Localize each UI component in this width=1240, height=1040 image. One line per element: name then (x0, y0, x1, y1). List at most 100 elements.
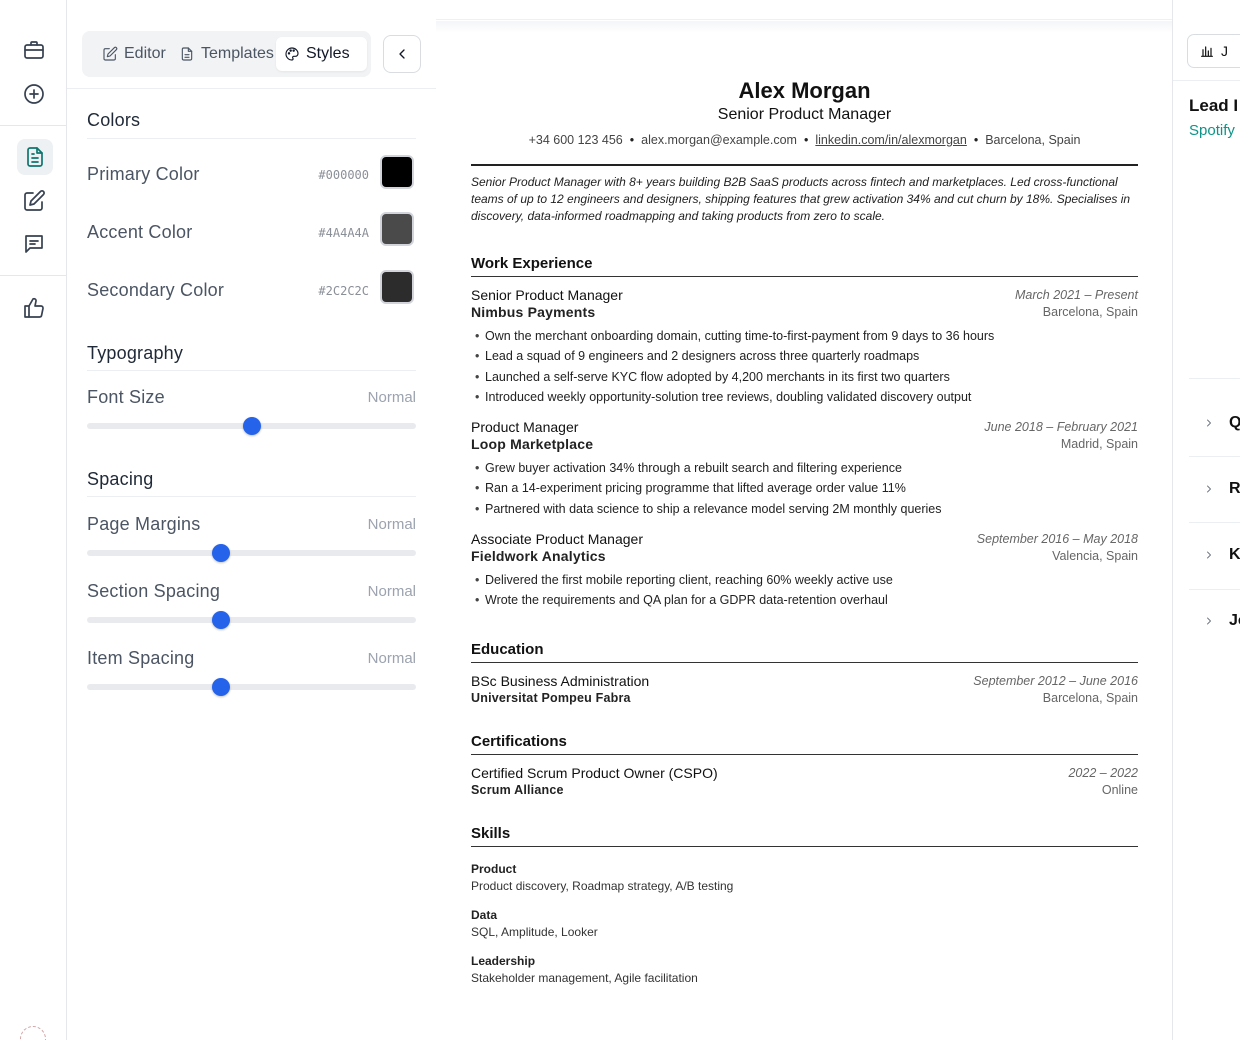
chevron-left-icon (399, 49, 405, 59)
font-size-value: Normal (367, 389, 416, 406)
skill-items: SQL, Amplitude, Looker (471, 925, 598, 939)
tab-styles[interactable]: Styles (276, 37, 367, 71)
contact-linkedin-link[interactable]: linkedin.com/in/alexmorgan (815, 133, 966, 147)
user-avatar[interactable] (20, 1026, 46, 1040)
job-bullet: Wrote the requirements and QA plan for a… (471, 590, 1138, 611)
certification-entry[interactable]: Certified Scrum Product Owner (CSPO) Scr… (471, 765, 1138, 797)
accordion-item[interactable]: R (1203, 480, 1240, 498)
primary-color-hex: #000000 (318, 168, 369, 182)
job-entry[interactable]: Associate Product Manager Fieldwork Anal… (471, 531, 1138, 611)
resume-document-icon[interactable] (17, 139, 53, 175)
education-dates: September 2012 – June 2016 (973, 674, 1138, 688)
item-spacing-slider[interactable] (87, 678, 416, 696)
job-company: Fieldwork Analytics (471, 548, 606, 564)
icon-rail (0, 0, 67, 1040)
job-entry[interactable]: Product Manager Loop Marketplace June 20… (471, 419, 1138, 519)
palette-icon (285, 47, 299, 61)
skill-items: Stakeholder management, Agile facilitati… (471, 971, 698, 985)
contact-location: Barcelona, Spain (985, 133, 1081, 147)
primary-color-swatch[interactable] (380, 155, 414, 189)
certification-name: Certified Scrum Product Owner (CSPO) (471, 765, 718, 781)
page-margins-slider[interactable] (87, 544, 416, 562)
job-bullets: Grew buyer activation 34% through a rebu… (471, 458, 1138, 519)
job-bullet: Lead a squad of 9 engineers and 2 design… (471, 346, 1138, 367)
thumbs-up-icon[interactable] (16, 290, 52, 326)
skill-category: Leadership (471, 954, 536, 968)
section-divider (87, 138, 416, 139)
job-bullet: Grew buyer activation 34% through a rebu… (471, 458, 1138, 479)
edit-icon[interactable] (16, 183, 52, 219)
analytics-button-label: J (1221, 43, 1228, 59)
slider-handle[interactable] (211, 678, 230, 696)
item-spacing-label: Item Spacing (87, 648, 195, 668)
chevron-right-icon (1207, 485, 1211, 493)
job-company: Nimbus Payments (471, 304, 596, 320)
section-spacing-slider[interactable] (87, 611, 416, 629)
panel-divider (1173, 80, 1240, 81)
accent-color-swatch[interactable] (380, 212, 414, 246)
separator: • (973, 133, 979, 147)
accordion-item[interactable]: K (1203, 546, 1240, 564)
accordion-label: R (1229, 480, 1240, 497)
skill-group[interactable]: Leadership Stakeholder management, Agile… (471, 954, 1138, 985)
page-margins-label: Page Margins (87, 514, 201, 534)
skill-category: Data (471, 908, 498, 922)
accent-color-hex: #4A4A4A (318, 226, 369, 240)
job-dates: June 2018 – February 2021 (984, 420, 1138, 434)
job-bullets: Own the merchant onboarding domain, cutt… (471, 326, 1138, 407)
job-location: Valencia, Spain (1052, 549, 1138, 563)
panel-divider (67, 88, 436, 89)
tab-editor[interactable]: Editor (94, 37, 174, 71)
add-circle-icon[interactable] (16, 76, 52, 112)
section-divider (1189, 378, 1240, 379)
slider-handle[interactable] (242, 417, 261, 435)
page-margins-value: Normal (367, 516, 416, 533)
font-size-slider[interactable] (87, 417, 416, 435)
tab-label: Styles (306, 45, 350, 62)
chevron-right-icon (1207, 617, 1211, 625)
secondary-color-label: Secondary Color (87, 280, 225, 300)
message-icon[interactable] (16, 226, 52, 262)
job-title: Lead I (1189, 96, 1239, 115)
item-spacing-value: Normal (367, 650, 416, 667)
briefcase-icon[interactable] (16, 32, 52, 68)
section-divider (87, 370, 416, 371)
accordion-label: Q (1229, 414, 1240, 432)
edit-icon (103, 46, 118, 61)
education-entry[interactable]: BSc Business Administration Universitat … (471, 673, 1138, 705)
resume-canvas: Alex Morgan Senior Product Manager +34 6… (436, 0, 1172, 1040)
slider-handle[interactable] (211, 611, 230, 629)
job-bullets: Delivered the first mobile reporting cli… (471, 570, 1138, 611)
resume-name: Alex Morgan (738, 78, 871, 103)
job-entry[interactable]: Senior Product Manager Nimbus Payments M… (471, 287, 1138, 407)
accordion-item[interactable]: Q (1203, 414, 1240, 432)
analytics-button[interactable]: J (1187, 34, 1240, 68)
slider-handle[interactable] (211, 544, 230, 562)
job-match-panel: J Lead I Spotify Q R K Jo (1172, 0, 1240, 1040)
separator: • (629, 133, 635, 147)
certification-location: Online (1101, 783, 1138, 797)
canvas-shadow (436, 21, 1172, 33)
collapse-panel-button[interactable] (383, 35, 421, 73)
document-icon (181, 47, 193, 61)
style-panel: Editor Templates Styles Colors Primary C… (67, 0, 436, 1040)
chevron-right-icon (1207, 551, 1211, 559)
tab-templates[interactable]: Templates (171, 37, 276, 71)
secondary-color-hex: #2C2C2C (318, 284, 369, 298)
resume-title: Senior Product Manager (717, 106, 892, 123)
job-bullet: Partnered with data science to ship a re… (471, 499, 1138, 520)
job-bullet: Introduced weekly opportunity-solution t… (471, 387, 1138, 408)
skills-heading: Skills (471, 825, 1138, 847)
bar-chart-icon (1201, 46, 1213, 57)
chevron-right-icon (1207, 419, 1211, 427)
section-divider (1189, 589, 1240, 590)
accordion-label: Jo (1229, 612, 1240, 629)
job-company-link[interactable]: Spotify (1189, 122, 1235, 139)
font-size-label: Font Size (87, 387, 165, 407)
secondary-color-swatch[interactable] (380, 270, 414, 304)
skill-group[interactable]: Product Product discovery, Roadmap strat… (471, 862, 1138, 893)
accordion-item[interactable]: Jo (1203, 612, 1240, 630)
contact-email[interactable]: alex.morgan@example.com (641, 133, 797, 147)
certifications-heading: Certifications (471, 733, 1138, 755)
skill-group[interactable]: Data SQL, Amplitude, Looker (471, 908, 1138, 939)
